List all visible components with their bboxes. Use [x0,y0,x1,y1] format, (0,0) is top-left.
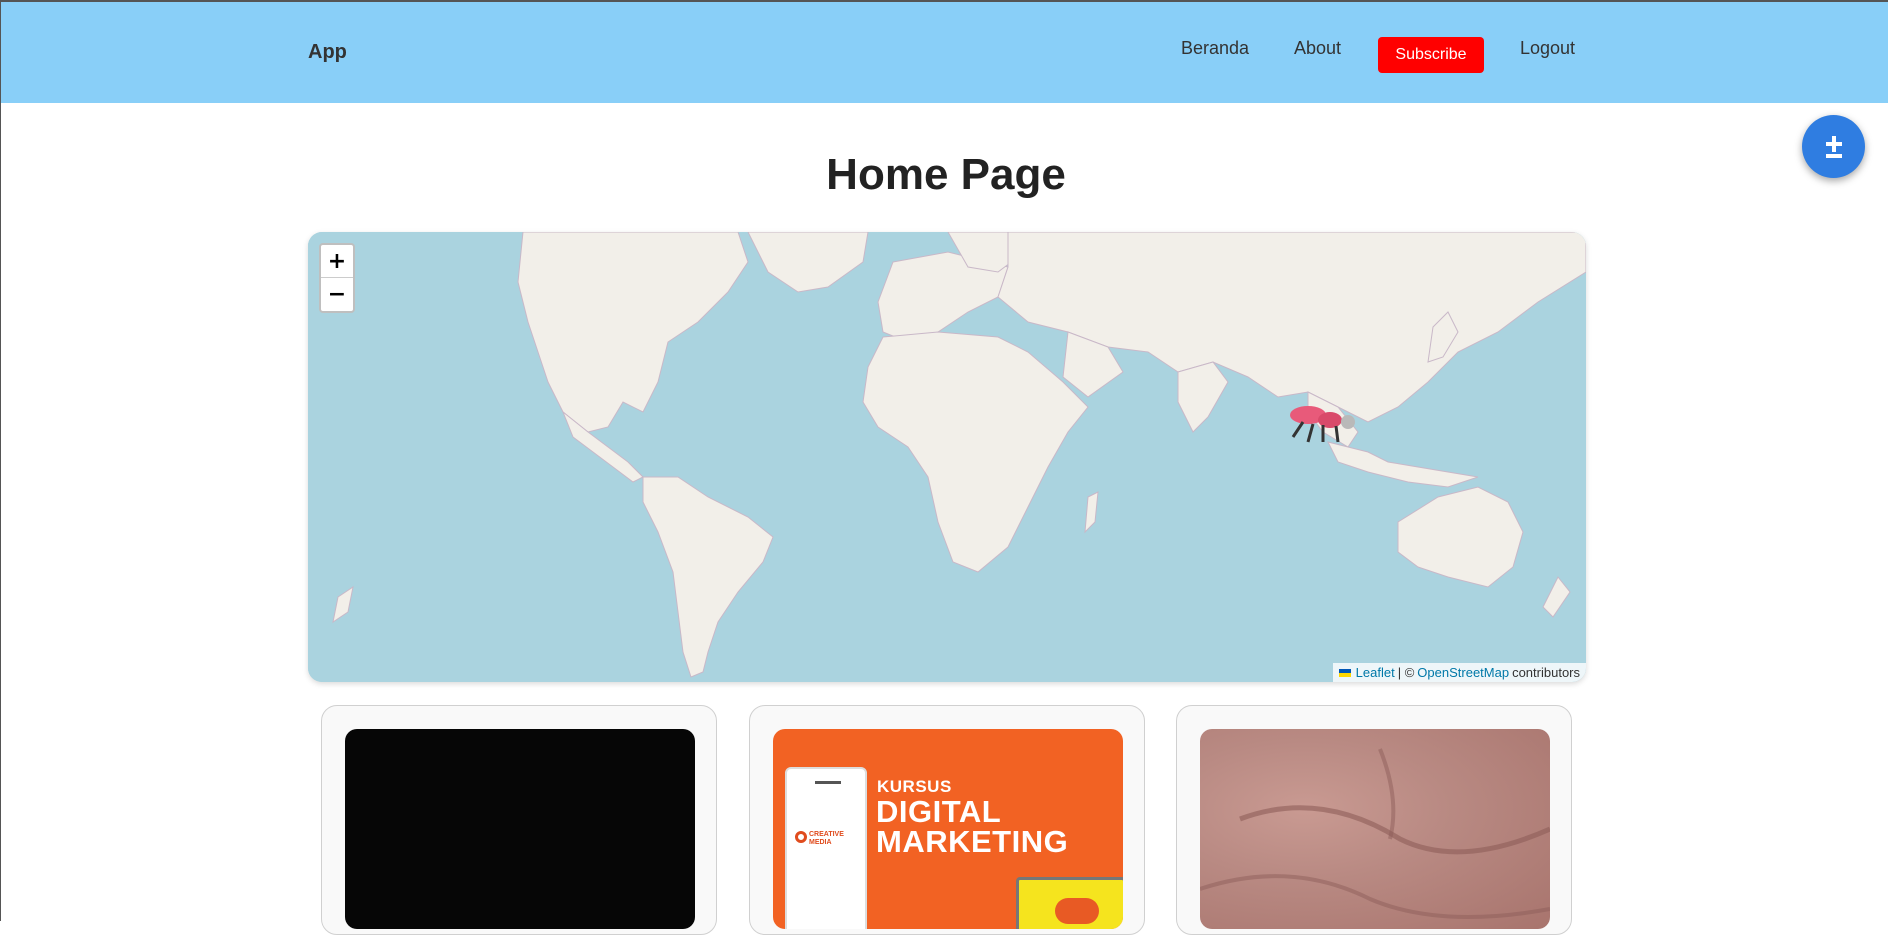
nav-link-logout[interactable]: Logout [1520,38,1575,59]
post-card-1[interactable] [321,705,717,935]
nav-link-beranda[interactable]: Beranda [1181,38,1249,59]
post-card-3[interactable] [1176,705,1572,935]
cloud-icon [1055,898,1099,924]
creative-media-logo-icon [795,831,807,843]
page-title: Home Page [826,150,1066,199]
card-image-black[interactable] [345,729,695,929]
world-map[interactable]: + − Leaflet | © OpenStreetMap contributo… [308,232,1586,682]
brand-logo[interactable]: App [308,41,347,64]
zoom-control: + − [319,243,355,313]
leaflet-link[interactable]: Leaflet [1356,665,1395,680]
banner-title: DIGITAL MARKETING [876,794,1069,859]
zoom-out-button[interactable]: − [321,278,353,311]
phone-notch [815,781,841,784]
phone-illustration: CREATIVE MEDIA [785,767,867,929]
card-image-digital-marketing[interactable]: CREATIVE MEDIA KURSUS DIGITAL MARKETING [773,729,1123,929]
creative-media-logo-text: CREATIVE MEDIA [809,831,844,846]
map-attribution: Leaflet | © OpenStreetMap contributors [1332,663,1586,682]
laptop-illustration [1016,877,1123,929]
nav-link-about[interactable]: About [1294,38,1341,59]
navbar: App Beranda About Subscribe Logout [1,2,1888,103]
attribution-suffix: contributors [1512,665,1580,680]
ukraine-flag-icon [1338,668,1351,677]
skin-texture [1200,748,1550,919]
attribution-separator: | © [1397,665,1415,680]
subscribe-button[interactable]: Subscribe [1378,37,1484,73]
openstreetmap-link[interactable]: OpenStreetMap [1417,665,1509,680]
card-image-skin-closeup[interactable] [1200,729,1550,929]
map-tiles[interactable] [308,232,1586,682]
post-card-2[interactable]: CREATIVE MEDIA KURSUS DIGITAL MARKETING [749,705,1145,935]
zoom-in-button[interactable]: + [321,245,353,278]
